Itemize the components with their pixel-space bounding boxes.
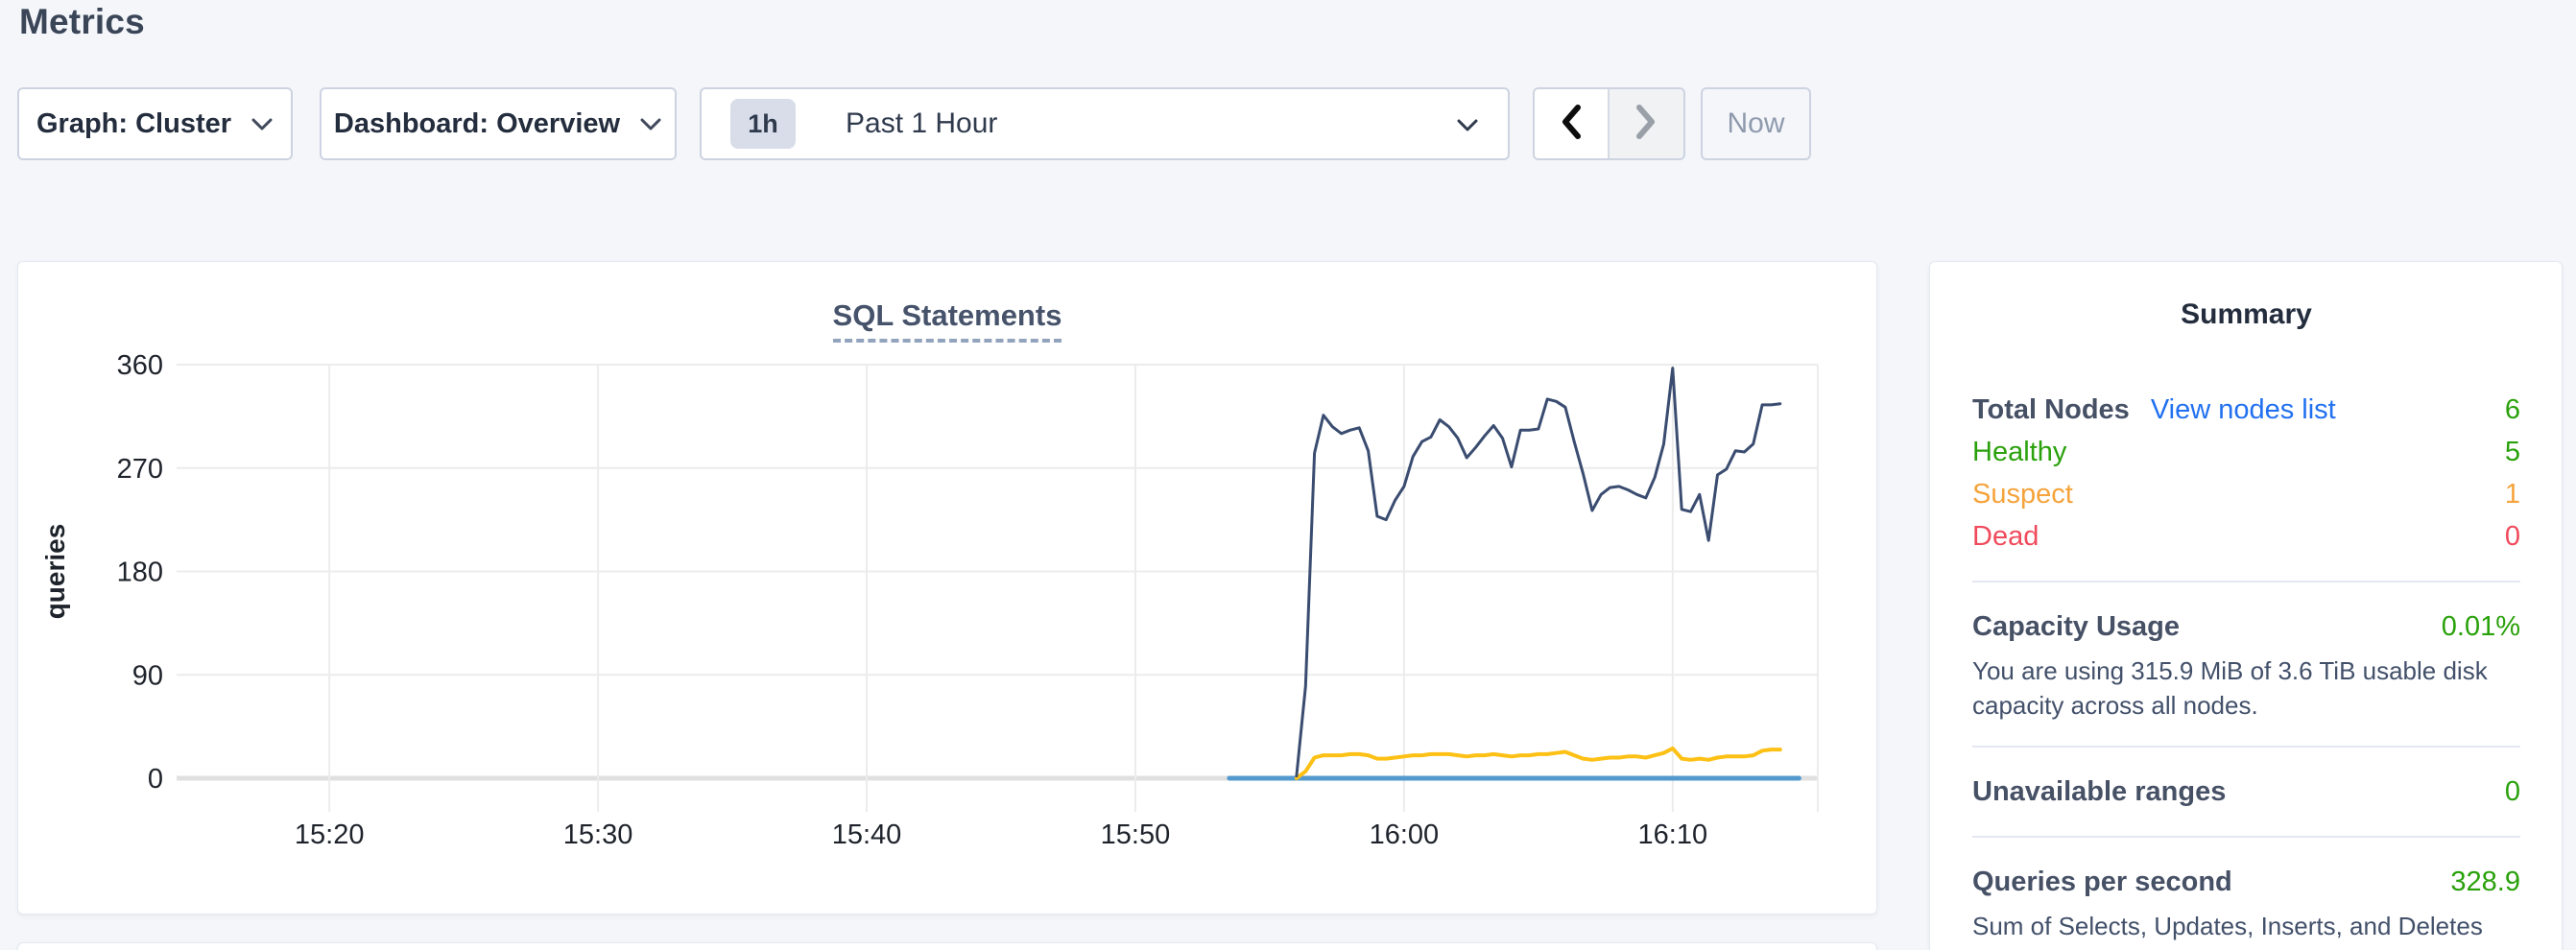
capacity-usage-description: You are using 315.9 MiB of 3.6 TiB usabl… — [1972, 653, 2520, 723]
y-tick-label: 360 — [117, 350, 163, 381]
x-tick-label: 15:30 — [563, 819, 633, 850]
next-chart-card — [17, 942, 1877, 950]
summary-divider — [1972, 746, 2520, 748]
dead-label: Dead — [1972, 521, 2039, 553]
chevron-down-icon — [639, 117, 662, 131]
x-tick-label: 15:50 — [1101, 819, 1171, 850]
chevron-down-icon — [1456, 118, 1479, 137]
time-range-label: Past 1 Hour — [846, 107, 997, 140]
chevron-right-icon — [1634, 104, 1658, 145]
unavailable-ranges-label: Unavailable ranges — [1972, 776, 2226, 808]
dead-value: 0 — [2505, 521, 2520, 553]
queries-per-second-label: Queries per second — [1972, 867, 2232, 898]
capacity-usage-label: Capacity Usage — [1972, 611, 2180, 643]
dashboard-dropdown[interactable]: Dashboard: Overview — [320, 87, 677, 160]
total-nodes-value: 6 — [2505, 394, 2520, 426]
summary-title: Summary — [1972, 298, 2520, 331]
healthy-value: 5 — [2505, 437, 2520, 468]
unavailable-ranges-row: Unavailable ranges 0 — [1972, 771, 2520, 813]
chevron-left-icon — [1560, 104, 1583, 145]
y-axis-unit-label: queries — [40, 524, 70, 620]
next-time-window-button-disabled[interactable] — [1610, 89, 1684, 158]
summary-divider — [1972, 836, 2520, 838]
capacity-usage-row: Capacity Usage 0.01% — [1972, 606, 2520, 648]
graph-scope-dropdown-label: Graph: Cluster — [36, 108, 231, 140]
healthy-label: Healthy — [1972, 437, 2066, 468]
healthy-nodes-row: Healthy 5 — [1972, 431, 2520, 473]
dashboard-dropdown-label: Dashboard: Overview — [334, 108, 620, 140]
metrics-toolbar: Graph: Cluster Dashboard: Overview 1h Pa… — [0, 87, 2576, 160]
chevron-down-icon — [250, 117, 274, 131]
x-tick-label: 15:20 — [295, 819, 365, 850]
suspect-nodes-row: Suspect 1 — [1972, 473, 2520, 515]
queries-per-second-value: 328.9 — [2450, 867, 2520, 898]
queries-per-second-description: Sum of Selects, Updates, Inserts, and De… — [1972, 909, 2520, 950]
queries-per-second-row: Queries per second 328.9 — [1972, 861, 2520, 903]
x-tick-label: 16:10 — [1638, 819, 1708, 850]
graph-scope-dropdown[interactable]: Graph: Cluster — [17, 87, 293, 160]
time-window-arrows — [1533, 87, 1685, 160]
y-tick-label: 180 — [117, 558, 163, 588]
page-title: Metrics — [19, 2, 145, 42]
x-tick-label: 15:40 — [832, 819, 902, 850]
summary-panel: Summary Total Nodes View nodes list 6 He… — [1929, 261, 2563, 950]
y-tick-label: 270 — [117, 454, 163, 485]
y-tick-label: 90 — [132, 660, 163, 691]
x-tick-label: 16:00 — [1370, 819, 1440, 850]
y-tick-label: 0 — [148, 764, 163, 795]
previous-time-window-button[interactable] — [1535, 89, 1610, 158]
sql-statements-chart-plot[interactable]: 0 90 180 270 360 15:20 15:30 15:40 15:50 16:00 16:… — [18, 262, 1878, 915]
time-range-badge: 1h — [730, 99, 796, 149]
suspect-label: Suspect — [1972, 479, 2073, 511]
unavailable-ranges-value: 0 — [2505, 776, 2520, 808]
capacity-usage-value: 0.01% — [2442, 611, 2520, 643]
suspect-value: 1 — [2505, 479, 2520, 511]
sql-statements-chart-card: SQL Statements 09018027036015:2015:3015:… — [17, 261, 1877, 914]
view-nodes-list-link[interactable]: View nodes list — [2151, 394, 2336, 426]
now-button[interactable]: Now — [1701, 87, 1811, 160]
yellow-line — [1297, 748, 1780, 778]
time-range-dropdown[interactable]: 1h Past 1 Hour — [700, 87, 1510, 160]
dead-nodes-row: Dead 0 — [1972, 515, 2520, 558]
total-nodes-label: Total Nodes — [1972, 394, 2130, 426]
total-nodes-row: Total Nodes View nodes list 6 — [1972, 389, 2520, 431]
summary-divider — [1972, 581, 2520, 582]
